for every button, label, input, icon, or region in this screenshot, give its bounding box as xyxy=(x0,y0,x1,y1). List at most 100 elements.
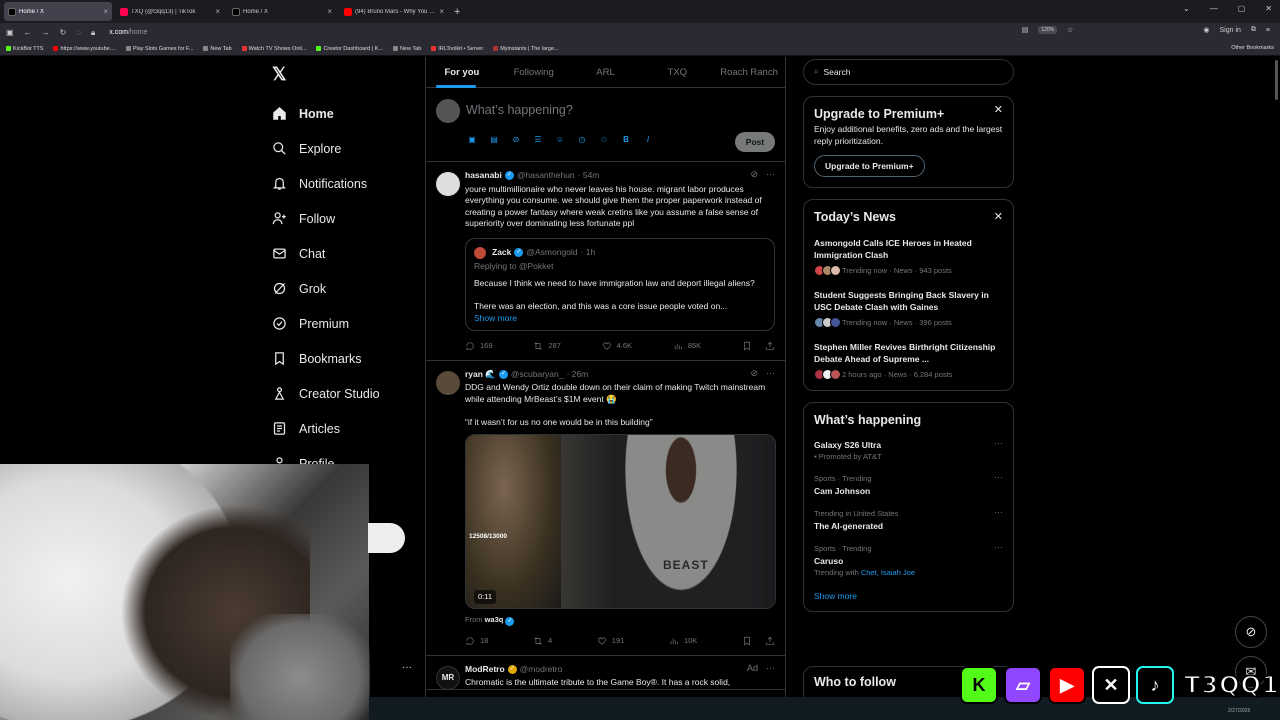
shield-icon[interactable]: ◌ xyxy=(76,28,81,37)
minimize-icon[interactable]: — xyxy=(1210,4,1218,13)
compose-input[interactable]: What’s happening? xyxy=(466,103,573,117)
avatar[interactable] xyxy=(436,172,460,196)
italic-icon[interactable]: I xyxy=(642,135,654,144)
news-item[interactable]: Stephen Miller Revives Birthright Citize… xyxy=(814,341,1003,380)
show-more-link[interactable]: Show more xyxy=(474,313,766,325)
more-icon[interactable]: ··· xyxy=(994,507,1003,517)
post-fab[interactable] xyxy=(368,523,405,553)
browser-tab[interactable]: (94) Bruno Mars - Why You Wa × xyxy=(340,2,448,21)
more-icon[interactable]: ··· xyxy=(994,438,1003,448)
avatar[interactable] xyxy=(436,370,460,395)
nav-item-grok[interactable]: Grok xyxy=(272,271,380,306)
tab-arl[interactable]: ARL xyxy=(570,57,642,88)
emoji-icon[interactable]: ☺ xyxy=(554,135,566,144)
close-icon[interactable]: × xyxy=(215,7,220,16)
close-icon[interactable]: × xyxy=(327,7,332,16)
grok-icon[interactable]: ⊘ xyxy=(750,169,758,180)
trend-item[interactable]: Sports · Trending Cam Johnson ··· xyxy=(814,472,1003,496)
more-icon[interactable]: ··· xyxy=(766,663,775,673)
tweet-handle[interactable]: @scubaryan_ xyxy=(511,369,564,381)
tab-txq[interactable]: TXQ xyxy=(641,57,713,88)
browser-tab[interactable]: Home / X × xyxy=(4,2,112,21)
nav-item-articles[interactable]: Articles xyxy=(272,411,380,446)
views-button[interactable]: 10K xyxy=(669,635,697,647)
tweet[interactable]: MR Ad ··· ModRetro ✓ @modretro Chromatic … xyxy=(426,656,785,690)
trend-item[interactable]: Trending in United States The AI-generat… xyxy=(814,507,1003,531)
bookmark[interactable]: KickBot TTS xyxy=(6,46,43,52)
news-item[interactable]: Student Suggests Bringing Back Slavery i… xyxy=(814,289,1003,328)
schedule-icon[interactable]: ◷ xyxy=(576,135,588,144)
nav-item-home[interactable]: Home xyxy=(272,96,380,131)
location-icon[interactable]: ⊙ xyxy=(598,135,610,144)
nav-item-follow[interactable]: Follow xyxy=(272,201,380,236)
tab-roach-ranch[interactable]: Roach Ranch xyxy=(713,57,785,88)
poll-icon[interactable]: ☰ xyxy=(532,135,544,144)
bold-icon[interactable]: B xyxy=(620,135,632,144)
tweet-handle[interactable]: @hasanthehun xyxy=(517,170,575,182)
account-icon[interactable]: ◉ xyxy=(1203,26,1209,34)
menu-icon[interactable]: ≡ xyxy=(1266,27,1270,34)
more-icon[interactable]: ··· xyxy=(402,662,412,673)
sidebar-toggle-icon[interactable]: ▣ xyxy=(6,28,14,37)
new-tab-icon[interactable]: + xyxy=(454,6,460,18)
reader-icon[interactable]: ▤ xyxy=(1022,26,1029,34)
like-button[interactable]: 191 xyxy=(597,635,624,647)
source-account[interactable]: wa3q xyxy=(485,615,504,624)
post-button[interactable]: Post xyxy=(735,132,775,152)
bookmark[interactable]: Myinstants | The large... xyxy=(493,46,559,52)
browser-tab[interactable]: TXQ (@t3qq13) | TikTok × xyxy=(116,2,224,21)
close-icon[interactable]: × xyxy=(439,7,444,16)
more-icon[interactable]: ··· xyxy=(994,472,1003,482)
close-icon[interactable]: × xyxy=(103,7,108,16)
bookmark[interactable]: New Tab xyxy=(203,46,232,52)
scrollbar[interactable] xyxy=(1275,60,1278,100)
forward-icon[interactable]: → xyxy=(42,28,50,37)
tweet[interactable]: ⊘ ··· ryan 🌊 ✓ @scubaryan_ · 26m DDG and … xyxy=(426,361,785,656)
tweet-handle[interactable]: @modretro xyxy=(520,664,563,676)
back-icon[interactable]: ← xyxy=(24,28,32,37)
trend-item[interactable]: Sports · Trending Caruso Trending with C… xyxy=(814,542,1003,577)
star-icon[interactable]: ☆ xyxy=(1067,26,1073,34)
quote-tweet[interactable]: Zack ✓ @Asmongold · 1h Replying to @Pokk… xyxy=(465,237,775,331)
grok-icon[interactable]: ⊘ xyxy=(1235,616,1267,648)
chevron-down-icon[interactable]: ⌄ xyxy=(1183,4,1190,13)
nav-item-premium[interactable]: Premium xyxy=(272,306,380,341)
trend-item[interactable]: Galaxy S26 Ultra ▪ Promoted by AT&T ··· xyxy=(814,438,1003,461)
like-button[interactable]: 4.6K xyxy=(602,340,632,352)
bookmark-icon[interactable] xyxy=(742,341,752,351)
bookmark[interactable]: Play Slots Games for F... xyxy=(125,46,193,52)
repost-button[interactable]: 4 xyxy=(533,635,552,647)
news-item[interactable]: Asmongold Calls ICE Heroes in Heated Imm… xyxy=(814,237,1003,276)
gif-icon[interactable]: ▤ xyxy=(488,135,500,144)
video-player[interactable]: BEAST 12508/13000 0:11 xyxy=(465,434,776,609)
nav-item-notifications[interactable]: Notifications xyxy=(272,166,380,201)
bookmark[interactable]: Watch TV Shows Onli... xyxy=(241,46,306,52)
reload-icon[interactable]: ↻ xyxy=(60,28,67,37)
more-icon[interactable]: ··· xyxy=(994,542,1003,552)
extensions-icon[interactable]: ⧉ xyxy=(1251,26,1256,34)
image-icon[interactable]: ▣ xyxy=(466,135,478,144)
share-icon[interactable] xyxy=(765,636,775,646)
tweet-author[interactable]: hasanabi xyxy=(465,170,502,182)
share-icon[interactable] xyxy=(765,341,775,351)
other-bookmarks[interactable]: Other Bookmarks xyxy=(1231,45,1274,51)
tweet-author[interactable]: ryan 🌊 xyxy=(465,369,496,381)
bookmark[interactable]: Creator Dashboard | K... xyxy=(316,46,383,52)
bookmark[interactable]: IRLToolkit • Server xyxy=(431,46,483,52)
nav-item-creator-studio[interactable]: Creator Studio xyxy=(272,376,380,411)
repost-button[interactable]: 287 xyxy=(533,340,561,352)
zoom-level[interactable]: 120% xyxy=(1038,26,1058,34)
close-window-icon[interactable]: ✕ xyxy=(1265,4,1272,13)
show-more-link[interactable]: Show more xyxy=(814,591,1003,601)
address-field[interactable]: x.com/home xyxy=(109,29,147,36)
search-input[interactable]: ⌕ Search xyxy=(803,59,1014,85)
grok-icon[interactable]: ⊘ xyxy=(510,135,522,144)
bookmark[interactable]: New Tab xyxy=(392,46,421,52)
browser-tab[interactable]: Home / X × xyxy=(228,2,336,21)
nav-item-chat[interactable]: Chat xyxy=(272,236,380,271)
reply-button[interactable]: 18 xyxy=(465,635,488,647)
bookmark[interactable]: https://www.youtube.... xyxy=(53,46,116,52)
views-button[interactable]: 85K xyxy=(673,340,701,352)
tweet[interactable]: ⊘ ··· hasanabi ✓ @hasanthehun · 54m youre… xyxy=(426,162,785,361)
maximize-icon[interactable]: ▢ xyxy=(1238,4,1246,13)
